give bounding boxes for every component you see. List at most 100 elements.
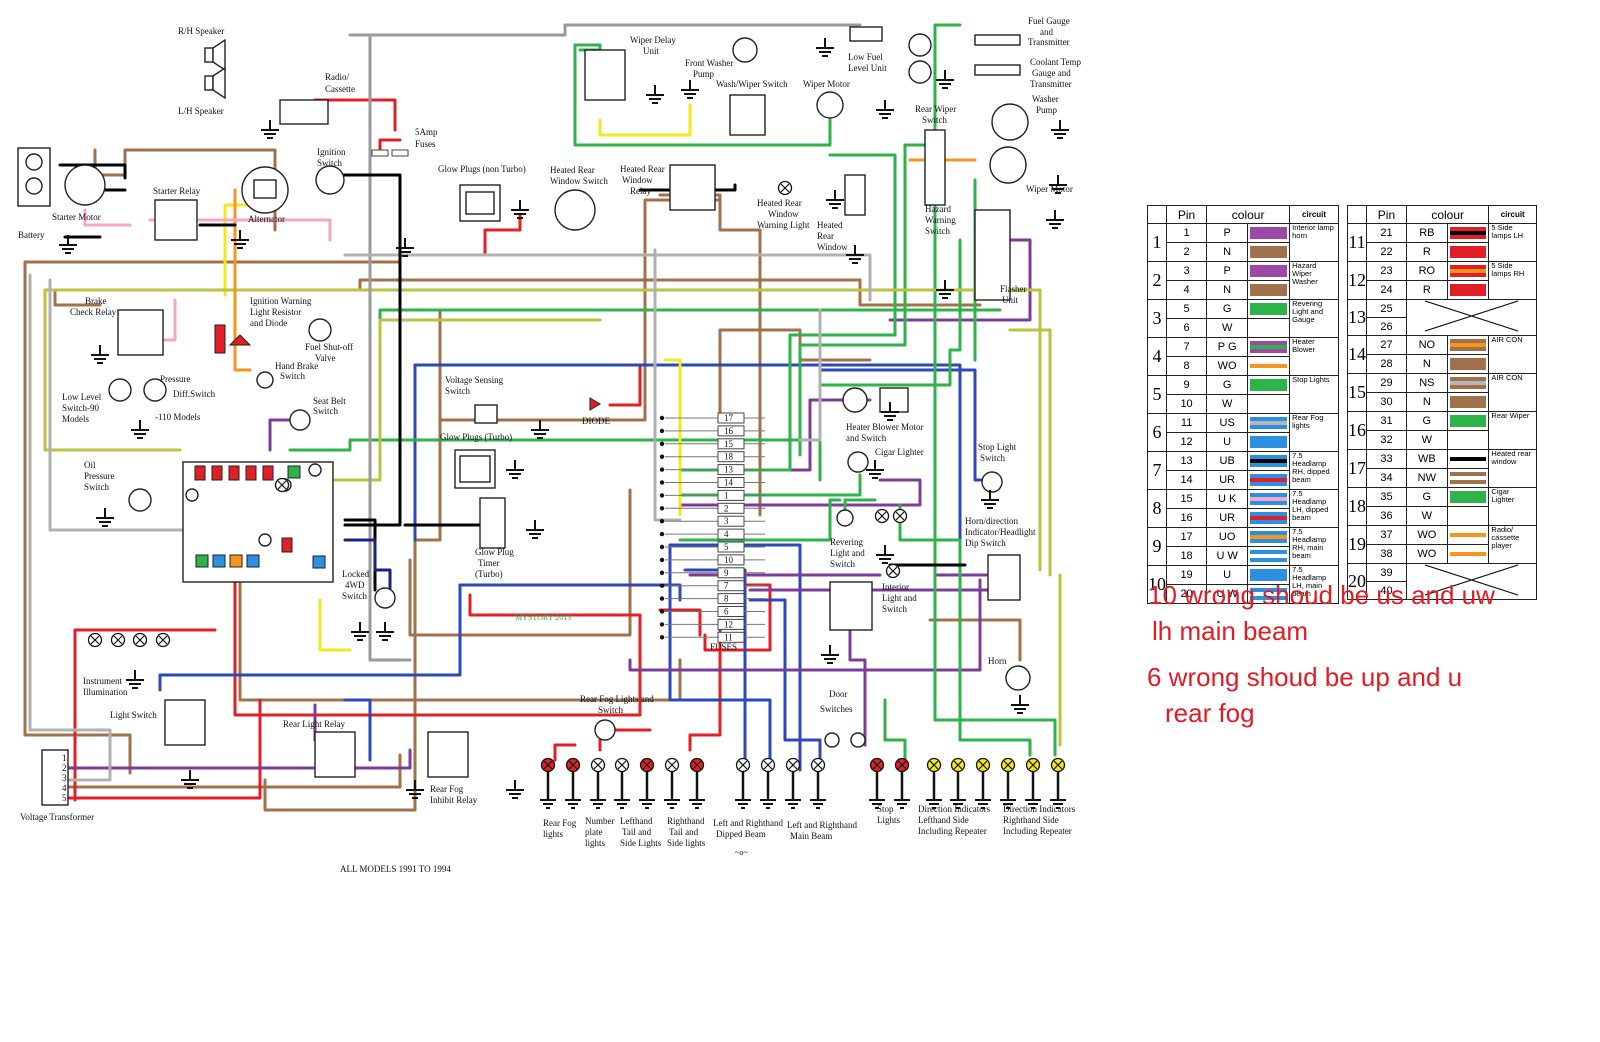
connector-group-number: 13 <box>1347 299 1367 336</box>
instrument-illumination-lamp-icon <box>87 632 103 648</box>
pin-number: 11 <box>1165 413 1208 433</box>
fuse-number: 7 <box>724 581 729 591</box>
pin-number: 33 <box>1366 449 1407 469</box>
colour-code: P <box>1206 223 1249 243</box>
fuse-number: 11 <box>724 632 733 642</box>
pin-number: 31 <box>1366 411 1407 431</box>
label-hrw-warning-3: Warning Light <box>757 220 810 230</box>
fuel-shutoff-valve-icon <box>308 318 332 342</box>
label-low-fuel: Low Fuel <box>848 52 883 62</box>
label-fuel-shutoff: Fuel Shut-off <box>305 342 353 352</box>
wire-colour-swatch <box>1446 242 1490 262</box>
pin-row: 15 29 NS AIR CON <box>1347 373 1537 412</box>
colour-code: W <box>1206 394 1249 414</box>
pin-number: 38 <box>1366 544 1407 564</box>
label-flasher-2: Unit <box>1002 295 1019 305</box>
pin-number: 17 <box>1165 527 1208 547</box>
label-dir-left: Direction Indicators <box>918 804 991 814</box>
label-fuel-gauge: Fuel Gauge <box>1028 16 1070 26</box>
label-glow-timer-3: (Turbo) <box>475 569 503 579</box>
pin-row: 7 13 UB 7.5 Headlamp RH, dipped beam <box>1147 451 1339 490</box>
pin-number: 15 <box>1165 489 1208 509</box>
wire-colour-swatch <box>1446 544 1490 564</box>
transformer-pin: 2 <box>62 763 67 773</box>
label-hrw-relay-3: Relay <box>630 186 651 196</box>
transformer-pin-labels: 12345 <box>62 753 67 803</box>
colour-code: U <box>1206 432 1249 452</box>
label-front-washer-2: Pump <box>693 69 715 79</box>
colour-code: WO <box>1405 544 1448 564</box>
pin-number: 13 <box>1165 451 1208 471</box>
connector-group-number: 16 <box>1347 411 1367 450</box>
wire-colour-swatch <box>1446 411 1490 431</box>
pin-number: 18 <box>1165 546 1208 566</box>
correction-note-2: lh main beam <box>1152 616 1309 646</box>
fuse-number: 8 <box>724 594 729 604</box>
circuit-description: Hazard Wiper Washer <box>1289 261 1339 300</box>
door-switch-icon <box>824 732 840 748</box>
circuit-description: 5 Side lamps RH <box>1488 261 1537 300</box>
ignition-switch-icon <box>315 165 345 195</box>
pin-number: 22 <box>1366 242 1407 262</box>
rear-fog-inhibit-relay-icon <box>427 731 469 778</box>
wire-colour-swatch <box>1247 546 1291 566</box>
pin-number: 2 <box>1165 242 1208 262</box>
unused-pins-cross <box>1405 299 1538 336</box>
label-washer-pump: Washer <box>1032 94 1059 104</box>
pin-number: 26 <box>1366 317 1407 336</box>
fuse-number: 6 <box>724 607 729 617</box>
colour-code: P G <box>1206 337 1249 357</box>
label-hrw-switch: Heated Rear <box>550 165 595 175</box>
label-oil-pressure-2: Pressure <box>84 471 115 481</box>
wire-colour-swatch <box>1446 392 1490 412</box>
colour-code: NW <box>1405 468 1448 488</box>
connector-group-number: 17 <box>1347 449 1367 488</box>
low-level-switch-icon <box>108 378 132 402</box>
label-door-switches: Door <box>829 689 848 699</box>
pin-row: 9 17 UO 7.5 Headlamp RH, main beam <box>1147 527 1339 566</box>
hand-brake-switch-icon <box>256 371 274 389</box>
pin-number: 12 <box>1165 432 1208 452</box>
label-ign-warning: Ignition Warning <box>250 296 312 306</box>
correction-note-1: 10 wrong shoud be us and uw <box>1148 580 1495 610</box>
connector-group-number: 11 <box>1347 223 1367 262</box>
pin-row: 12 23 RO 5 Side lamps RH <box>1347 261 1537 300</box>
colour-code: W <box>1206 318 1249 338</box>
wire-colour-swatch <box>1247 223 1291 243</box>
fuel-gauge-transmitter-icon <box>974 34 1021 46</box>
connector-group-number: 18 <box>1347 487 1367 526</box>
starter-relay-icon <box>154 199 198 241</box>
fuse-number: 12 <box>724 619 733 629</box>
label-fuses: FUSES <box>710 642 737 652</box>
starter-motor-icon <box>64 164 106 206</box>
pin-row: 11 21 RB 5 Side lamps LH <box>1347 223 1537 262</box>
label-interior-light-2: Light and <box>882 593 917 603</box>
correction-note-3: 6 wrong shoud be up and u <box>1147 662 1463 692</box>
colour-code: NS <box>1405 373 1448 393</box>
label-rear-fog-switch-2: Switch <box>598 705 624 715</box>
pin-row: 14 27 NO AIR CON <box>1347 335 1537 374</box>
heated-rear-window-relay-icon <box>669 164 716 211</box>
fuse-number: 4 <box>724 529 729 539</box>
label-rear-wiper-switch: Rear Wiper <box>915 104 956 114</box>
label-oil-pressure-3: Switch <box>84 482 110 492</box>
pin-row: 17 33 WB Heated rear window <box>1347 449 1537 488</box>
fuse-number: 17 <box>724 413 734 423</box>
label-pressure-3: -110 Models <box>155 412 201 422</box>
warning-lamp-icon <box>274 477 290 493</box>
label-fuel-gauge-3: Transmitter <box>1028 37 1070 47</box>
label-diode: DIODE <box>582 416 610 426</box>
locked-4wd-switch-icon <box>374 587 396 609</box>
pin-table-corner <box>1347 205 1367 224</box>
label-heater-blower-2: and Switch <box>846 433 887 443</box>
label-main-beam-2: Main Beam <box>790 831 832 841</box>
wire-colour-swatch <box>1247 432 1291 452</box>
label-reversing: Revering <box>830 537 863 547</box>
pin-header: Pin <box>1165 205 1208 224</box>
label-pressure: Pressure <box>160 374 191 384</box>
label-stop-light-2: Switch <box>980 453 1006 463</box>
wire-colour-swatch <box>1247 470 1291 490</box>
pin-row: 1 1 P Interior lamp horn <box>1147 223 1339 262</box>
wiper-motor-rear-icon <box>989 146 1027 184</box>
ignition-warning-resistor-icon <box>214 324 226 354</box>
